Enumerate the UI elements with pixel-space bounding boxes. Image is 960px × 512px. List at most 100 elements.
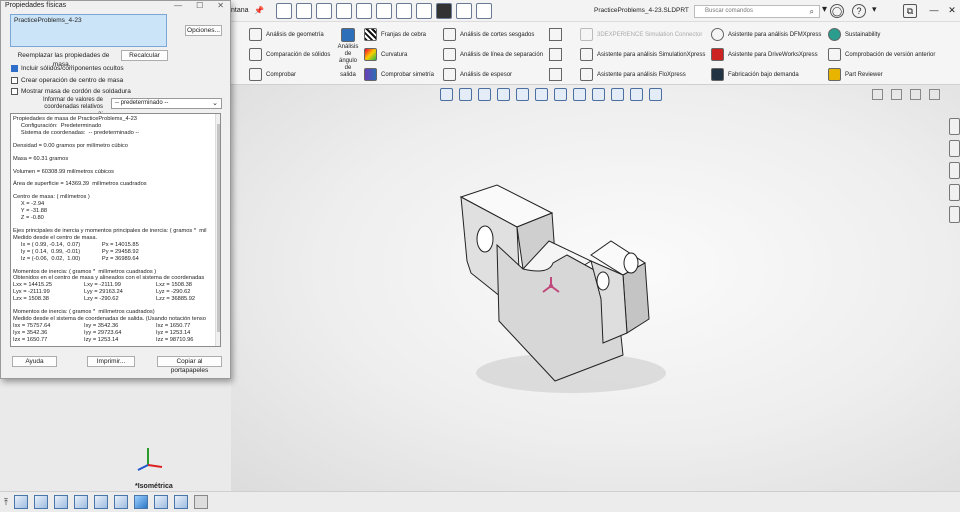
help-button[interactable]: Ayuda [12, 356, 57, 367]
floxpress-button[interactable]: Asistente para análisis FloXpress [580, 68, 686, 81]
close-window-icon[interactable]: ✕ [945, 4, 959, 18]
open-icon[interactable] [316, 3, 332, 19]
part-reviewer-button[interactable]: Part Reviewer [828, 68, 883, 81]
minimize-window-icon[interactable]: — [927, 4, 941, 18]
right-view-icon[interactable] [73, 495, 88, 509]
parting-line-analysis-button[interactable]: Análisis de línea de separación [443, 48, 543, 61]
checkbox-unchecked-icon[interactable] [11, 77, 18, 84]
version-check-button[interactable]: Comprobación de versión anterior [828, 48, 935, 61]
manufacturing-on-demand-button[interactable]: Fabricación bajo demanda [711, 68, 799, 81]
home-icon[interactable] [276, 3, 292, 19]
help-dropdown-icon[interactable]: ▾ [872, 4, 877, 15]
left-view-icon[interactable] [53, 495, 68, 509]
restore-window-icon[interactable]: ⧉ [903, 4, 917, 18]
user-icon[interactable]: ◯ [830, 4, 844, 18]
scrollbar-thumb[interactable] [217, 124, 220, 332]
viewport-layout-icon[interactable] [872, 89, 883, 100]
compare-solids-button[interactable]: Comparación de sólidos [249, 48, 330, 61]
part-model[interactable] [231, 85, 960, 491]
select-icon[interactable] [416, 3, 432, 19]
normal-to-icon[interactable] [193, 495, 208, 509]
curvature-button[interactable]: Curvatura [364, 48, 407, 61]
hide-show-items-icon[interactable] [592, 88, 605, 101]
pan-icon[interactable] [478, 88, 491, 101]
graphics-area[interactable] [231, 85, 960, 491]
show-weld-bead-mass-checkbox[interactable]: Mostrar masa de cordón de soldadura [11, 88, 131, 95]
help-icon[interactable]: ? [852, 4, 866, 18]
design-library-tab-icon[interactable] [949, 140, 960, 157]
mass-properties-report[interactable]: Propiedades de masa de PracticeProblems_… [10, 113, 221, 347]
pin-icon[interactable]: 📌 [254, 6, 264, 15]
selected-items-list[interactable]: PracticeProblems_4-23 [10, 14, 167, 47]
selected-item[interactable]: PracticeProblems_4-23 [14, 17, 82, 24]
checkbox-checked-icon[interactable] [11, 65, 18, 72]
report-scrollbar[interactable] [215, 114, 220, 346]
front-view-icon[interactable] [13, 495, 28, 509]
zoom-to-area-icon[interactable] [459, 88, 472, 101]
trimetric-view-icon[interactable] [153, 495, 168, 509]
back-view-icon[interactable] [33, 495, 48, 509]
check-active-document-icon[interactable] [549, 48, 562, 61]
save-icon[interactable] [336, 3, 352, 19]
apply-scene-icon[interactable] [630, 88, 643, 101]
dropdown-arrow-icon[interactable]: ▾ [822, 4, 827, 15]
3dexperience-simulation-button[interactable]: 3DEXPERIENCE Simulation Connector [580, 28, 702, 41]
search-icon[interactable]: ⌕ [810, 7, 814, 17]
create-center-of-mass-checkbox[interactable]: Crear operación de centro de masa [11, 77, 123, 84]
view-orientation-icon[interactable] [554, 88, 567, 101]
rebuild-icon[interactable] [436, 3, 452, 19]
menu-window[interactable]: ntana [231, 7, 249, 14]
edit-appearance-icon[interactable] [611, 88, 624, 101]
top-view-icon[interactable] [93, 495, 108, 509]
section-view-icon[interactable] [535, 88, 548, 101]
zebra-stripes-button[interactable]: Franjas de cebra [364, 28, 426, 41]
appearances-tab-icon[interactable] [949, 206, 960, 223]
display-style-icon[interactable] [573, 88, 586, 101]
undo-icon[interactable] [376, 3, 392, 19]
view-settings-icon[interactable] [649, 88, 662, 101]
print-button[interactable]: Imprimir... [87, 356, 135, 367]
redo-icon[interactable] [396, 3, 412, 19]
dialog-minimize-icon[interactable]: — [174, 1, 182, 10]
options-button[interactable]: Opciones... [185, 25, 222, 36]
print-icon[interactable] [356, 3, 372, 19]
symmetry-check-button[interactable]: Comprobar simetría [364, 68, 434, 81]
collapse-arrow-icon[interactable]: ⤒ [4, 497, 8, 508]
viewport-restore-icon[interactable] [891, 89, 902, 100]
hole-alignment-icon[interactable] [549, 68, 562, 81]
draft-analysis-button[interactable]: Análisis de ángulo de salida [336, 28, 360, 79]
bottom-view-icon[interactable] [113, 495, 128, 509]
options-gear-icon[interactable] [476, 3, 492, 19]
copy-to-clipboard-button[interactable]: Copiar al portapapeles [157, 356, 222, 374]
recalculate-button[interactable]: Recalcular [121, 50, 168, 61]
rotate-icon[interactable] [497, 88, 510, 101]
override-mass-properties-button[interactable]: Reemplazar las propiedades de masa... [10, 50, 117, 68]
check-entity-button[interactable]: Comprobar [249, 68, 296, 81]
search-commands-input[interactable]: Buscar comandos ⌕ [694, 5, 820, 18]
viewport-maximize-icon[interactable] [929, 89, 940, 100]
coordinate-system-select[interactable]: -- predeterminado -- ⌄ [111, 98, 222, 109]
include-hidden-checkbox[interactable]: Incluir sólidos/componentes ocultos [11, 65, 124, 72]
previous-view-icon[interactable] [516, 88, 529, 101]
viewport-minimize-icon[interactable] [910, 89, 921, 100]
dimetric-view-icon[interactable] [173, 495, 188, 509]
zoom-to-fit-icon[interactable] [440, 88, 453, 101]
chevron-down-icon[interactable]: ⌄ [212, 99, 218, 107]
geometry-analysis-button[interactable]: Análisis de geometría [249, 28, 324, 41]
file-explorer-tab-icon[interactable] [949, 162, 960, 179]
dialog-maximize-icon[interactable]: ☐ [196, 1, 203, 10]
dfmxpress-button[interactable]: Asistente para análisis DFMXpress [711, 28, 821, 41]
resources-tab-icon[interactable] [949, 118, 960, 135]
view-palette-tab-icon[interactable] [949, 184, 960, 201]
dialog-close-icon[interactable]: ✕ [217, 1, 224, 10]
undercut-analysis-button[interactable]: Análisis de cortes sesgados [443, 28, 534, 41]
new-document-icon[interactable] [296, 3, 312, 19]
sustainability-button[interactable]: Sustainability [828, 28, 880, 41]
simulationxpress-button[interactable]: Asistente para análisis SimulationXpress [580, 48, 705, 61]
checkbox-unchecked-icon[interactable] [11, 88, 18, 95]
isometric-view-icon[interactable] [133, 495, 148, 509]
file-properties-icon[interactable] [456, 3, 472, 19]
thickness-analysis-button[interactable]: Análisis de espesor [443, 68, 512, 81]
compare-documents-icon[interactable] [549, 28, 562, 41]
driveworksxpress-button[interactable]: Asistente para DriveWorksXpress [711, 48, 818, 61]
